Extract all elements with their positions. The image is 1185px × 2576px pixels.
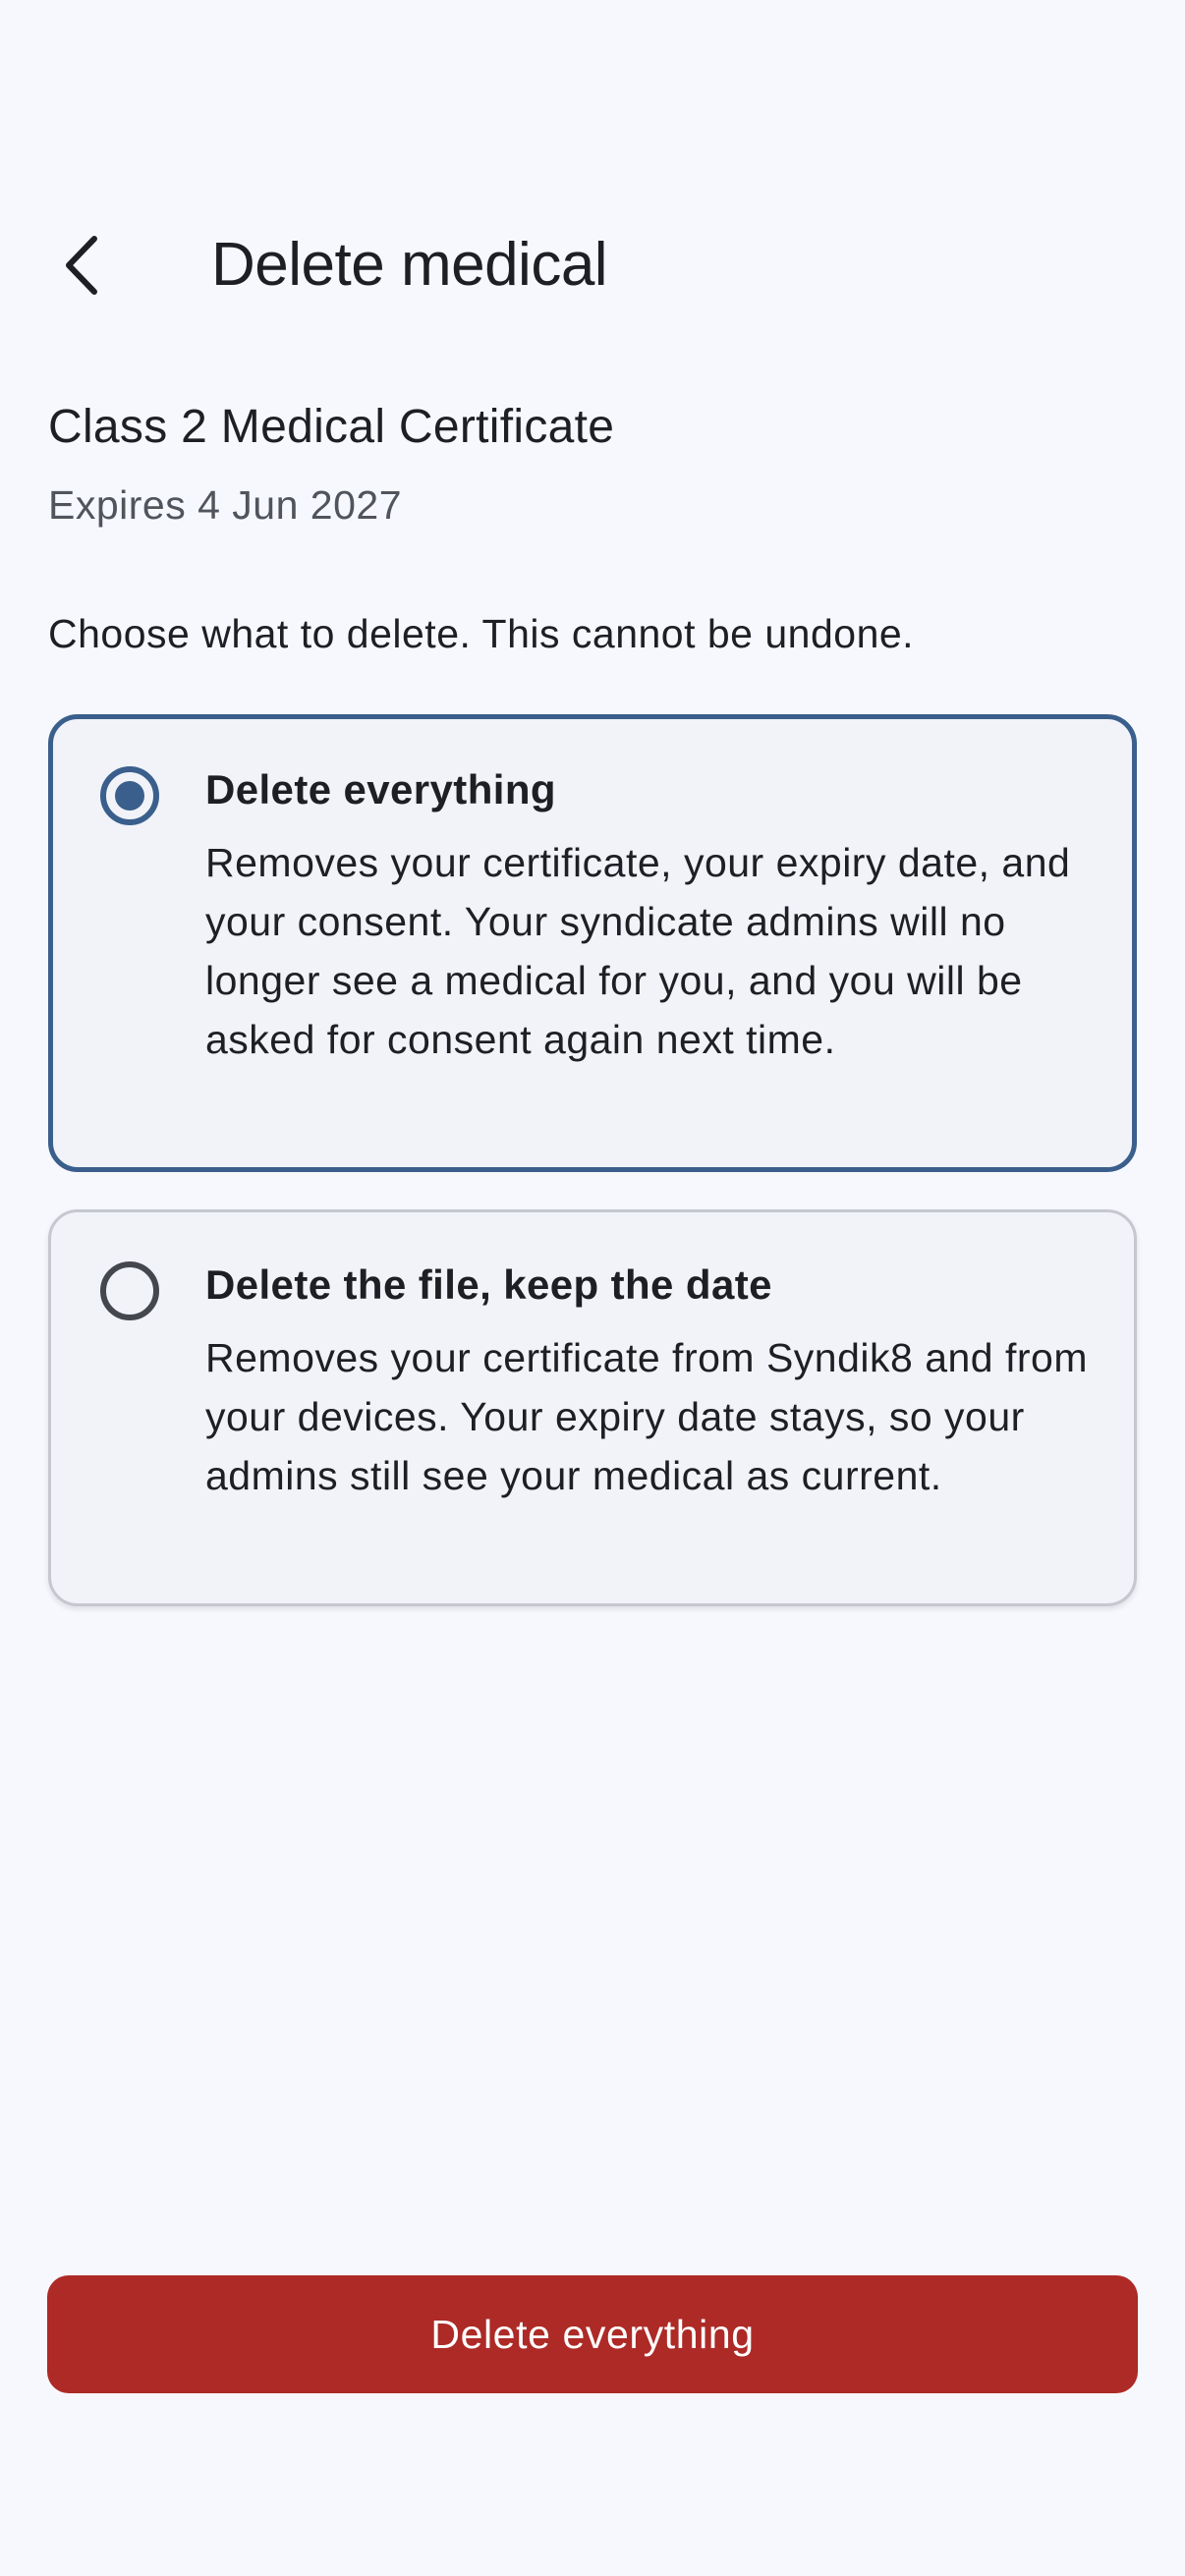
- option-description: Removes your certificate from Syndik8 an…: [205, 1335, 1088, 1498]
- option-title: Delete everything: [205, 766, 556, 812]
- page-title: Delete medical: [211, 231, 608, 299]
- back-button[interactable]: [39, 221, 128, 309]
- option-description: Removes your certificate, your expiry da…: [205, 840, 1071, 1062]
- option-delete-everything[interactable]: Delete everything Removes your certifica…: [48, 714, 1137, 1172]
- option-title: Delete the file, keep the date: [205, 1261, 772, 1308]
- certificate-expiry: Expires 4 Jun 2027: [48, 482, 403, 528]
- chevron-left-icon: [66, 236, 97, 295]
- instruction-text: Choose what to delete. This cannot be un…: [48, 611, 915, 656]
- top-app-bar: Delete medical: [0, 196, 1185, 334]
- delete-everything-button[interactable]: Delete everything: [47, 2275, 1138, 2393]
- certificate-name: Class 2 Medical Certificate: [48, 401, 615, 453]
- delete-medical-screen: Delete medical Class 2 Medical Certifica…: [0, 0, 1185, 2576]
- radio-unselected-icon[interactable]: [100, 1261, 159, 1320]
- option-delete-file-keep-date[interactable]: Delete the file, keep the date Removes y…: [48, 1209, 1137, 1606]
- radio-selected-icon[interactable]: [100, 766, 159, 825]
